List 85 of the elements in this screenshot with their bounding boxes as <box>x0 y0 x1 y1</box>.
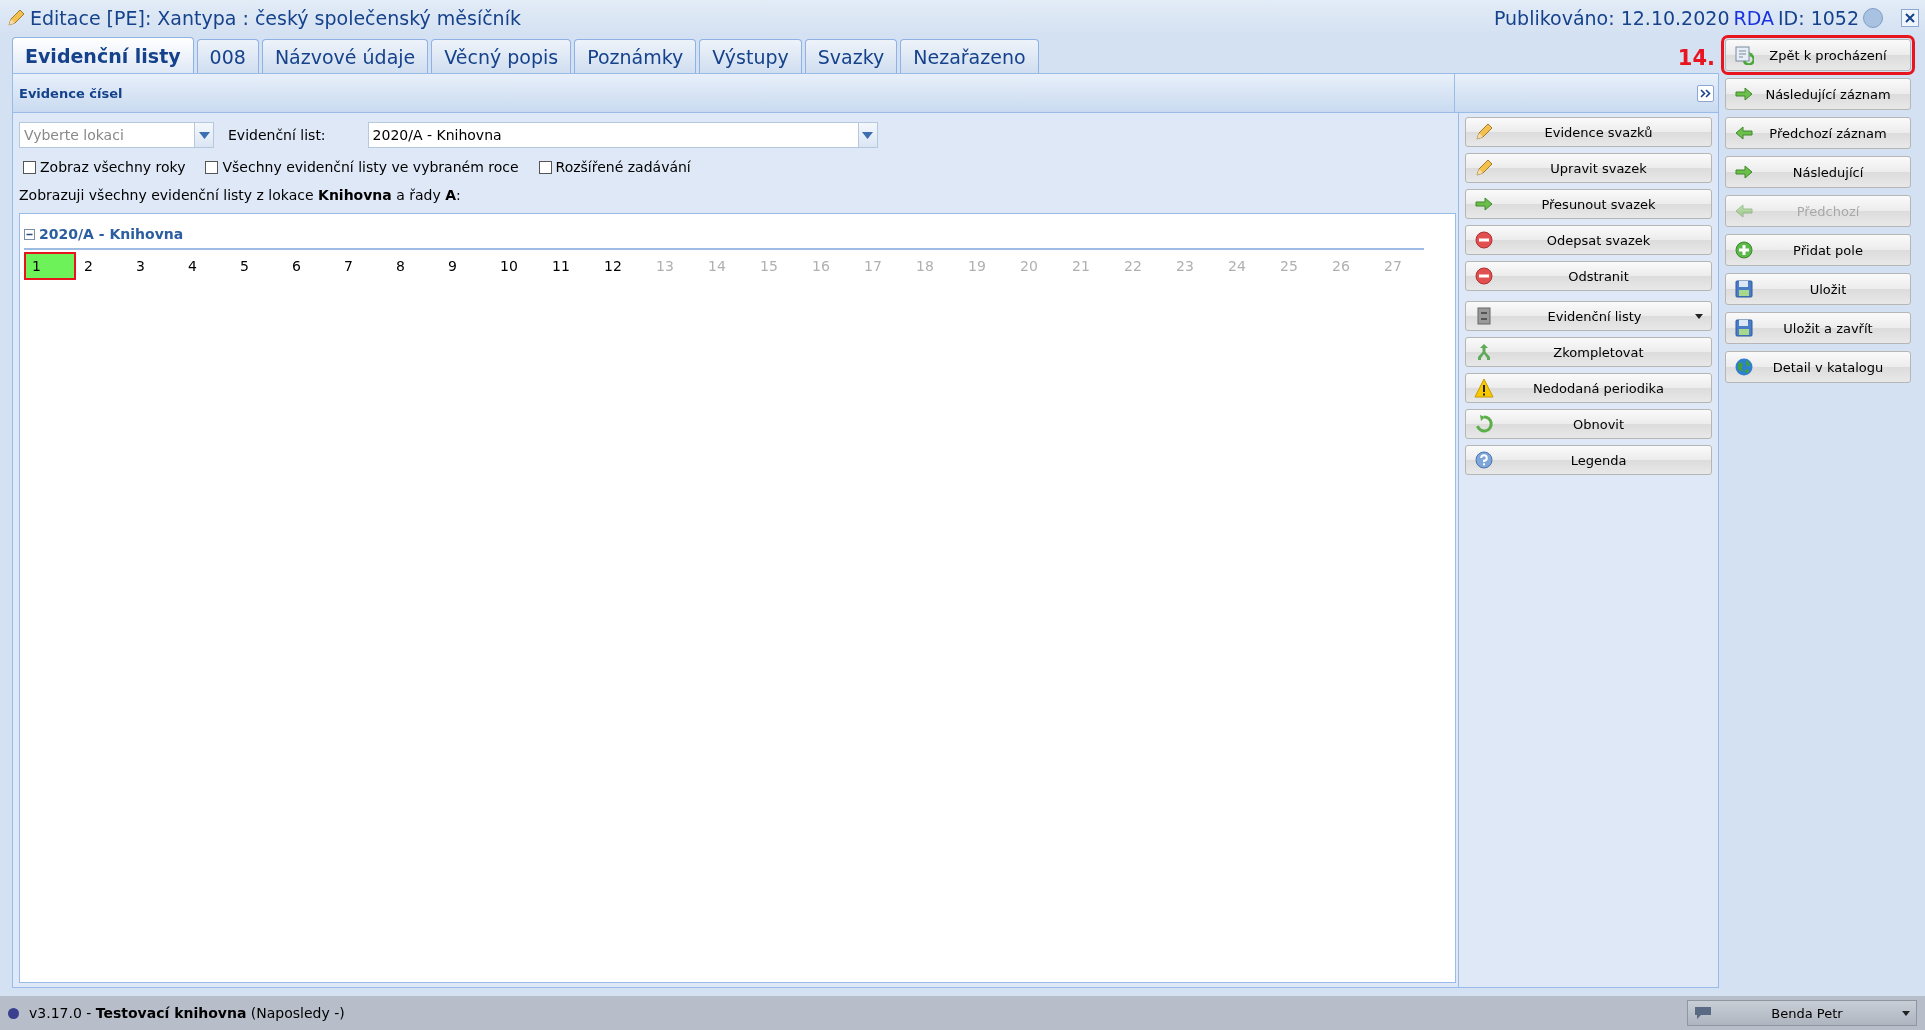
checkbox[interactable] <box>205 160 219 174</box>
pencil-icon <box>6 7 26 28</box>
action-button[interactable]: Upravit svazek <box>1465 153 1712 183</box>
globe-icon <box>1734 357 1754 377</box>
action-button[interactable]: Nedodaná periodika <box>1465 373 1712 403</box>
tab[interactable]: Nezařazeno <box>900 39 1039 73</box>
double-chevron-icon <box>1700 88 1711 98</box>
floppy-icon <box>1734 279 1754 299</box>
user-menu[interactable]: Benda Petr <box>1687 1000 1917 1026</box>
expand-button[interactable] <box>1697 84 1714 102</box>
arrow-right-icon <box>1734 162 1754 182</box>
action-button[interactable]: Legenda <box>1465 445 1712 475</box>
action-button[interactable]: Evidence svazků <box>1465 117 1712 147</box>
step-number: 14. <box>1677 46 1715 70</box>
issue-number[interactable]: 10 <box>492 252 544 280</box>
collapse-icon[interactable] <box>24 228 35 240</box>
action-button[interactable]: Evidenční listy <box>1465 301 1712 331</box>
list-select[interactable]: 2020/A - Knihovna <box>367 122 858 148</box>
action-button[interactable]: Odepsat svazek <box>1465 225 1712 255</box>
issue-number[interactable]: 9 <box>440 252 492 280</box>
record-id: ID: 1052 <box>1777 6 1859 29</box>
group-label: 2020/A - Knihovna <box>39 226 184 242</box>
dropdown-arrow-icon[interactable] <box>198 131 210 139</box>
dropdown-arrow-icon[interactable] <box>862 131 874 139</box>
issue-number[interactable]: 5 <box>232 252 284 280</box>
tab[interactable]: Evidenční listy <box>12 37 194 73</box>
plus-icon <box>1734 240 1754 260</box>
action-button[interactable]: Přidat pole <box>1725 234 1911 266</box>
version-text: v3.17.0 - Testovací knihovna (Naposledy -) <box>29 1005 345 1021</box>
action-button[interactable]: Následující <box>1725 156 1911 188</box>
action-button[interactable]: Přesunout svazek <box>1465 189 1712 219</box>
tab[interactable]: Výstupy <box>699 39 802 73</box>
pencil-icon <box>1474 122 1494 142</box>
refresh-grid-icon <box>1734 45 1754 65</box>
arrow-right-icon <box>1474 194 1494 214</box>
action-button[interactable]: Předchozí záznam <box>1725 117 1911 149</box>
pencil-icon <box>1474 158 1494 178</box>
chat-icon <box>1694 1006 1712 1020</box>
cabinet-icon <box>1474 306 1494 326</box>
issue-number[interactable]: 2 <box>76 252 128 280</box>
checkbox-label: Zobraz všechny roky <box>40 159 186 175</box>
action-button[interactable]: Uložit a zavřít <box>1725 312 1911 344</box>
arrow-right-icon <box>1734 84 1754 104</box>
tab[interactable]: Věcný popis <box>431 39 572 73</box>
field-label: Evidenční list: <box>228 127 326 143</box>
action-button[interactable]: Detail v katalogu <box>1725 351 1911 383</box>
issue-number[interactable]: 11 <box>544 252 596 280</box>
checkbox[interactable] <box>23 160 36 174</box>
checkbox-label: Rozšířené zadávání <box>555 159 691 175</box>
tab[interactable]: 008 <box>196 39 259 73</box>
action-button[interactable]: Odstranit <box>1465 261 1712 291</box>
issue-number[interactable]: 4 <box>180 252 232 280</box>
issue-number[interactable]: 6 <box>284 252 336 280</box>
published-date: Publikováno: 12.10.2020 <box>1493 6 1730 29</box>
window-title: Editace [PE]: Xantypa : český společenský měsíčník <box>30 6 521 29</box>
issue-number[interactable]: 3 <box>128 252 180 280</box>
checkbox-label: Všechny evidenční listy ve vybraném roce <box>222 159 519 175</box>
panel-title: Evidence čísel <box>19 85 123 101</box>
rda-label: RDA <box>1733 6 1774 29</box>
issue-number[interactable]: 7 <box>336 252 388 280</box>
arrow-left-icon <box>1734 123 1754 143</box>
help-icon <box>1474 450 1494 470</box>
issue-number[interactable]: 12 <box>596 252 648 280</box>
checkbox[interactable] <box>538 160 552 174</box>
arrow-left-icon <box>1734 201 1754 221</box>
close-icon <box>1905 12 1915 23</box>
minus-icon <box>1474 230 1494 250</box>
action-button[interactable]: Následující záznam <box>1725 78 1911 110</box>
refresh-icon <box>1474 414 1494 434</box>
tab[interactable]: Svazky <box>804 39 898 73</box>
info-text: Zobrazuji všechny evidenční listy z lokace Knihovna a řady A: <box>19 186 462 205</box>
caret-icon <box>1902 1010 1910 1016</box>
status-icon <box>8 1007 19 1019</box>
tab[interactable]: Poznámky <box>574 39 697 73</box>
warning-icon <box>1474 378 1494 398</box>
action-button[interactable]: Zkompletovat <box>1465 337 1712 367</box>
floppy-icon <box>1734 318 1754 338</box>
location-select[interactable]: Vyberte lokaci <box>19 122 194 148</box>
close-button[interactable] <box>1901 8 1919 27</box>
tab[interactable]: Názvové údaje <box>261 39 429 73</box>
issue-number[interactable]: 1 <box>24 252 76 280</box>
action-button[interactable]: Obnovit <box>1465 409 1712 439</box>
issue-number[interactable]: 8 <box>388 252 440 280</box>
action-button[interactable]: Uložit <box>1725 273 1911 305</box>
minus-icon <box>1474 266 1494 286</box>
